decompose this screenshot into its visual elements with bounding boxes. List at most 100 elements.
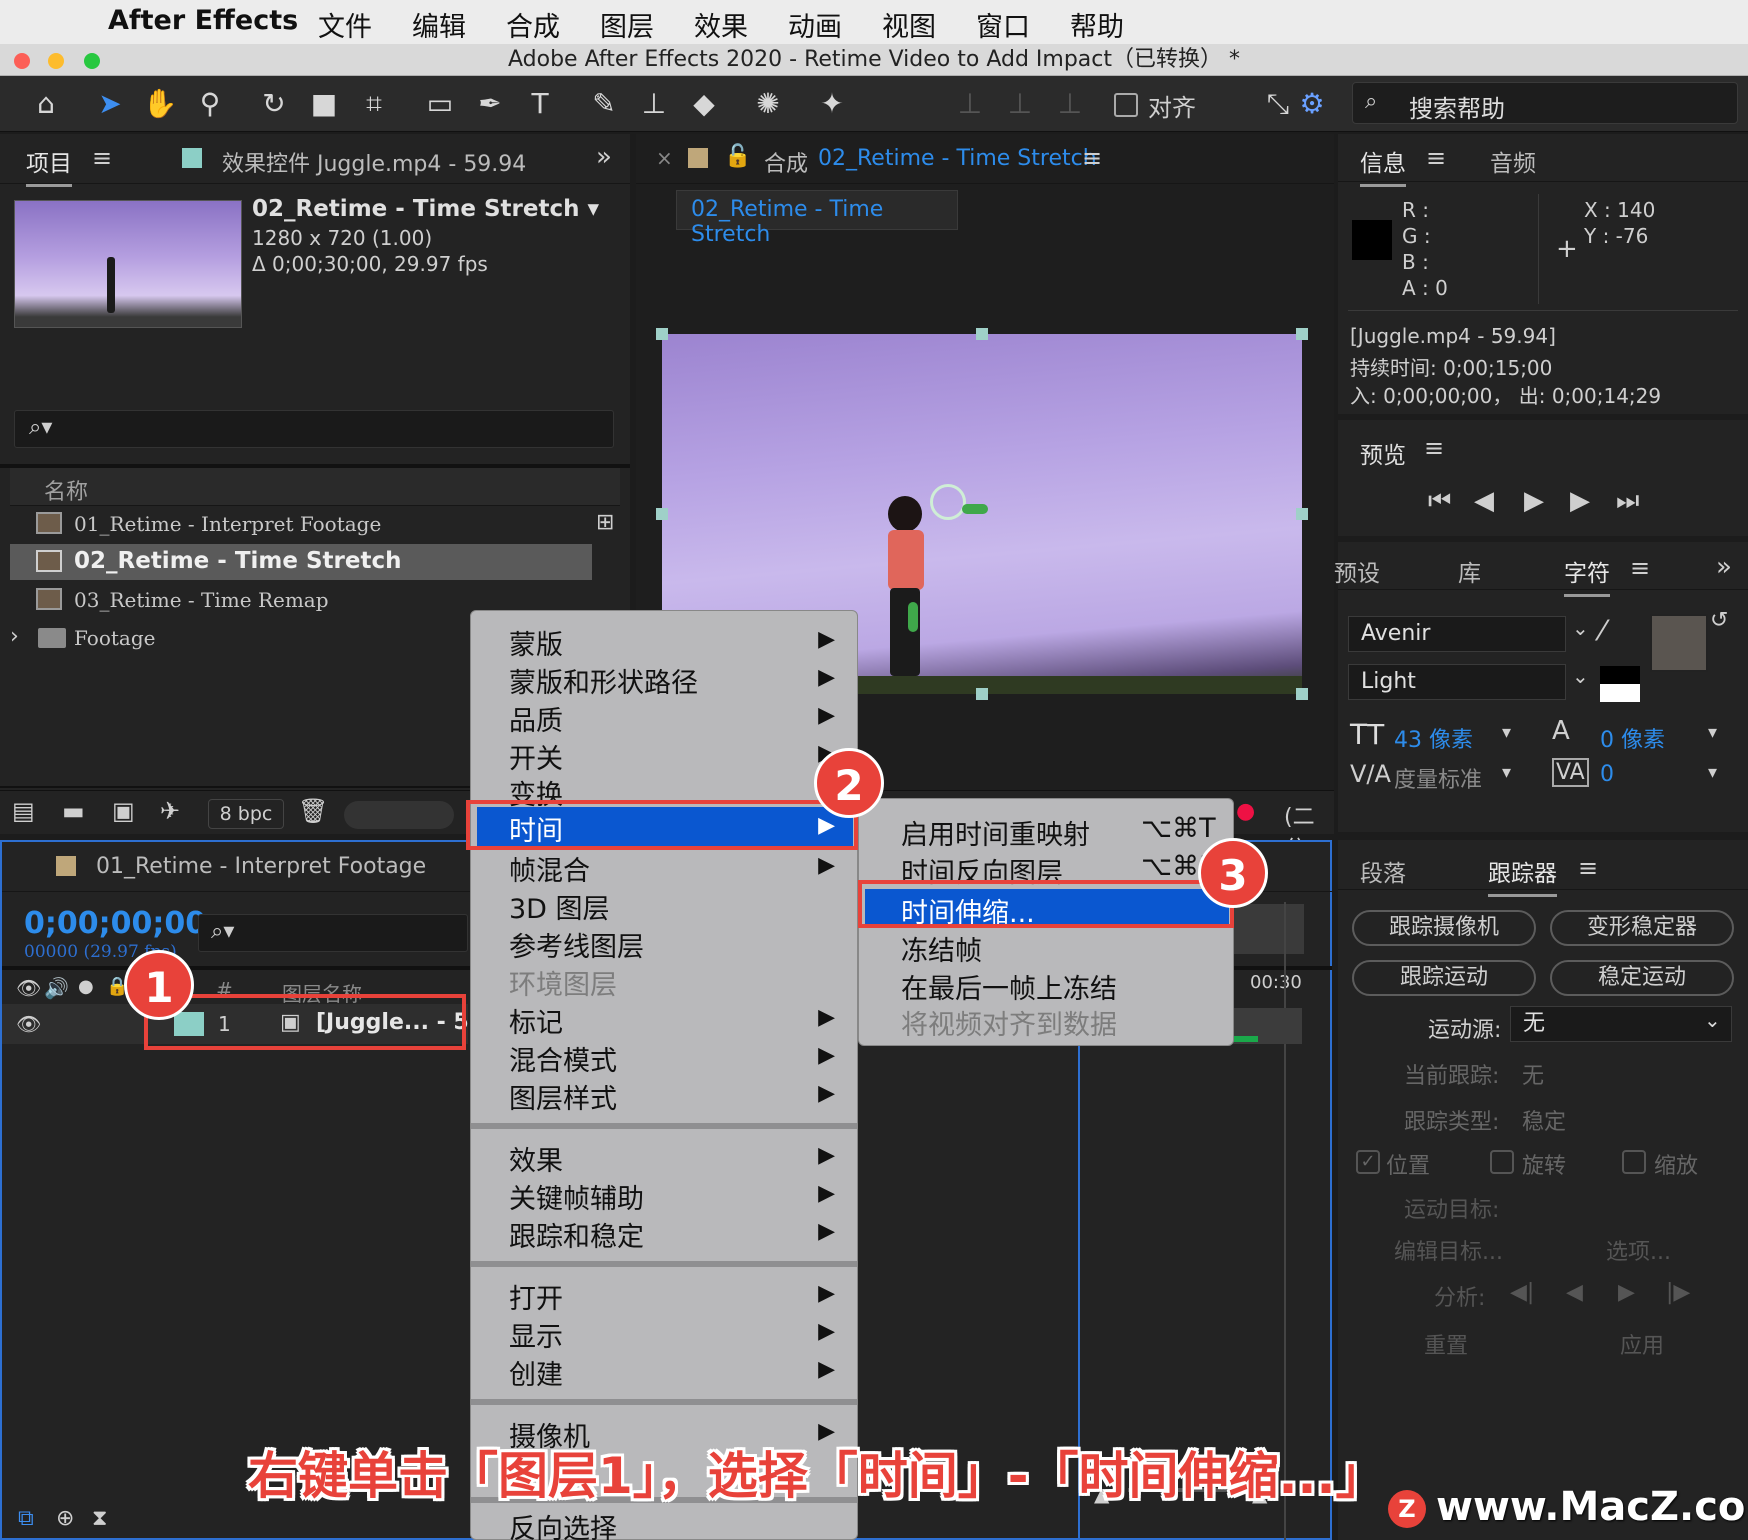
menu-item-mask[interactable]: 蒙版	[509, 623, 563, 662]
tab-info[interactable]: 信息	[1360, 144, 1406, 187]
next-frame-icon[interactable]: ▶︎	[1570, 486, 1590, 516]
menu-item-effect[interactable]: 效果	[509, 1139, 563, 1178]
reset-button[interactable]: 重置	[1424, 1328, 1468, 1360]
new-composition-icon[interactable]: ▣	[112, 797, 135, 825]
current-time-display[interactable]: 0;00;00;00	[24, 906, 206, 941]
motion-source-select[interactable]: 无	[1510, 1006, 1732, 1042]
axis-view-icon[interactable]: ⊥	[1050, 84, 1090, 124]
leading-value[interactable]: 0 像素	[1600, 722, 1665, 754]
analyze-forward-icon[interactable]: ▶︎	[1618, 1280, 1635, 1305]
submenu-item-enable-time-remap[interactable]: 启用时间重映射	[901, 813, 1090, 852]
tab-character[interactable]: 字符	[1564, 554, 1610, 597]
timeline-search-input[interactable]: ⌕▾	[198, 914, 468, 952]
tab-paragraph[interactable]: 段落	[1360, 854, 1406, 888]
thumbnail-slider[interactable]	[344, 801, 454, 829]
pan-behind-tool-icon[interactable]: ⌗	[354, 84, 394, 124]
type-tool-icon[interactable]: T	[520, 84, 560, 124]
layer-handle[interactable]	[976, 328, 988, 340]
zoom-window-button[interactable]	[84, 53, 100, 69]
toggle-modes-icon[interactable]: ⧗	[92, 1506, 107, 1531]
menu-help[interactable]: 帮助	[1070, 5, 1124, 44]
menu-item-blending-mode[interactable]: 混合模式	[509, 1039, 617, 1078]
clone-stamp-tool-icon[interactable]: ⊥	[634, 84, 674, 124]
menu-file[interactable]: 文件	[318, 5, 372, 44]
warp-stabilizer-button[interactable]: 变形稳定器	[1550, 910, 1734, 946]
layer-handle[interactable]	[1296, 508, 1308, 520]
layer-handle[interactable]	[656, 328, 668, 340]
hand-tool-icon[interactable]: ✋	[140, 84, 180, 124]
close-window-button[interactable]	[14, 53, 30, 69]
menu-item-3d-layer[interactable]: 3D 图层	[509, 887, 610, 926]
menu-item-invert-selection[interactable]: 反向选择	[509, 1507, 617, 1540]
menu-effect[interactable]: 效果	[694, 5, 748, 44]
new-folder-icon[interactable]: ▬	[62, 797, 85, 825]
visibility-icon[interactable]: 👁	[16, 1012, 41, 1036]
app-menu[interactable]: After Effects	[108, 5, 298, 36]
menu-item-frame-blending[interactable]: 帧混合	[509, 849, 590, 888]
menu-edit[interactable]: 编辑	[412, 5, 466, 44]
options-button[interactable]: 选项...	[1606, 1234, 1671, 1266]
menu-item-reveal[interactable]: 显示	[509, 1315, 563, 1354]
chevron-down-icon[interactable]: ⌄	[1572, 664, 1589, 688]
help-search-input[interactable]: ⌕ 搜索帮助	[1352, 82, 1738, 124]
rectangle-tool-icon[interactable]: ▭	[420, 84, 460, 124]
tab-library[interactable]: 库	[1458, 554, 1481, 588]
chevron-down-icon[interactable]: ▾	[1708, 762, 1717, 783]
render-queue-icon[interactable]: ✈	[160, 797, 180, 825]
menu-item-create[interactable]: 创建	[509, 1353, 563, 1392]
analyze-forward-all-icon[interactable]: |▶︎	[1666, 1280, 1690, 1305]
audio-icon[interactable]: 🔊	[44, 976, 69, 1000]
column-name-label[interactable]: 名称	[44, 474, 88, 506]
apply-button[interactable]: 应用	[1620, 1328, 1664, 1360]
menu-item-track-stabilize[interactable]: 跟踪和稳定	[509, 1215, 644, 1254]
eyedropper-icon[interactable]: ⁄	[1600, 614, 1605, 647]
menu-item-markers[interactable]: 标记	[509, 1001, 563, 1040]
menu-item-quality[interactable]: 品质	[509, 699, 563, 738]
chevron-down-icon[interactable]: ▾	[1502, 722, 1511, 743]
previous-frame-icon[interactable]: ◀︎	[1474, 486, 1494, 516]
panel-menu-icon[interactable]: ≡	[1578, 854, 1598, 882]
toggle-switches-icon[interactable]: ⊕	[56, 1506, 74, 1531]
panel-menu-icon[interactable]: ≡	[1630, 554, 1650, 582]
menu-item-guide-layer[interactable]: 参考线图层	[509, 925, 644, 964]
menu-item-keyframe-assistant[interactable]: 关键帧辅助	[509, 1177, 644, 1216]
menu-item-open[interactable]: 打开	[509, 1277, 563, 1316]
tab-presets[interactable]: 预设	[1334, 554, 1380, 588]
pen-tool-icon[interactable]: ✒	[470, 84, 510, 124]
zoom-tool-icon[interactable]: ⚲	[190, 84, 230, 124]
stabilize-motion-button[interactable]: 稳定运动	[1550, 960, 1734, 996]
first-frame-icon[interactable]: ⏮	[1428, 486, 1451, 517]
solo-icon[interactable]: ●	[78, 976, 94, 997]
play-icon[interactable]: ▶︎	[1524, 486, 1544, 516]
panel-overflow-icon[interactable]: »	[596, 142, 612, 172]
black-white-swatch[interactable]	[1600, 666, 1640, 702]
swap-colors-icon[interactable]: ↺	[1710, 608, 1728, 633]
chevron-down-icon[interactable]: ⌄	[1704, 1008, 1721, 1032]
font-style-select[interactable]: Light	[1348, 664, 1566, 700]
comp-name-label[interactable]: 02_Retime - Time Stretch ▾	[252, 196, 599, 222]
color-channels-icon[interactable]: ●	[1236, 799, 1255, 824]
tab-audio[interactable]: 音频	[1490, 144, 1536, 178]
snapping-checkbox[interactable]	[1114, 93, 1138, 117]
kerning-value[interactable]: 度量标准	[1394, 762, 1482, 794]
last-frame-icon[interactable]: ⏭	[1616, 486, 1639, 517]
menu-layer[interactable]: 图层	[600, 5, 654, 44]
submenu-item-freeze-last-frame[interactable]: 在最后一帧上冻结	[901, 967, 1117, 1006]
roto-brush-tool-icon[interactable]: ✺	[748, 84, 788, 124]
chevron-down-icon[interactable]: ⌄	[1572, 616, 1589, 640]
trash-icon[interactable]: 🗑	[298, 797, 328, 825]
font-family-select[interactable]: Avenir	[1348, 616, 1566, 652]
axis-local-icon[interactable]: ⊥	[950, 84, 990, 124]
menu-item-switches[interactable]: 开关	[509, 737, 563, 776]
tab-project[interactable]: 项目	[26, 144, 72, 187]
home-icon[interactable]: ⌂	[26, 84, 66, 124]
layer-handle[interactable]	[1296, 328, 1308, 340]
fill-color-swatch[interactable]	[1650, 614, 1708, 672]
layer-handle[interactable]	[656, 508, 668, 520]
visibility-icon[interactable]: 👁	[16, 976, 41, 1000]
tracking-value[interactable]: 0	[1600, 762, 1614, 787]
minimize-window-button[interactable]	[48, 53, 64, 69]
chevron-down-icon[interactable]: ▾	[1708, 722, 1717, 743]
scale-checkbox[interactable]	[1622, 1150, 1646, 1174]
chevron-down-icon[interactable]: ▾	[1502, 762, 1511, 783]
